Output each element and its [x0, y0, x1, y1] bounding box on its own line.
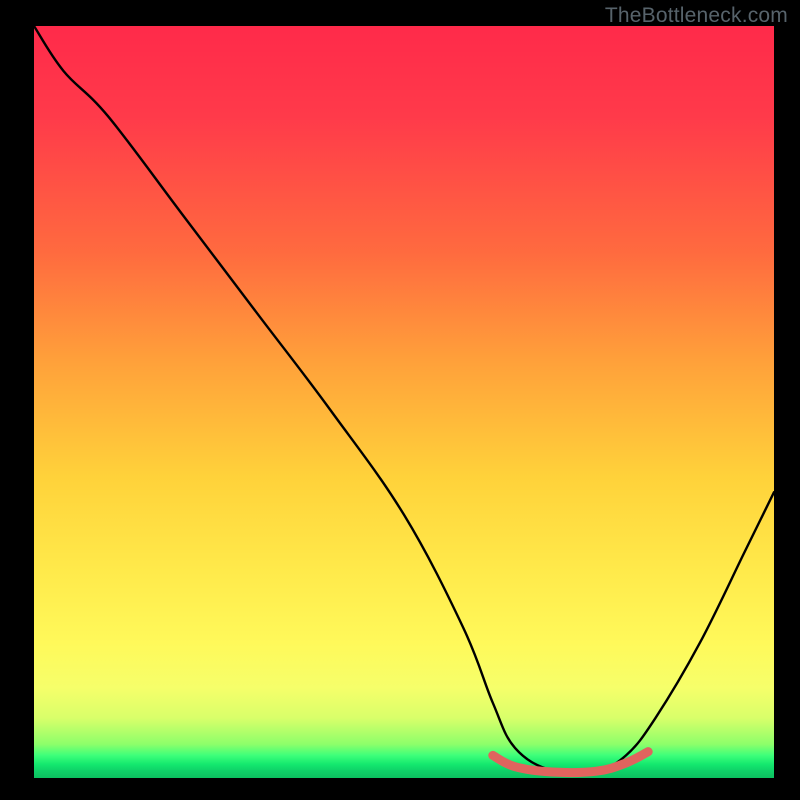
chart-frame: TheBottleneck.com: [0, 0, 800, 800]
main-curve: [34, 26, 774, 773]
watermark-text: TheBottleneck.com: [605, 4, 788, 28]
curve-layer: [34, 26, 774, 778]
plot-area: [34, 26, 774, 778]
